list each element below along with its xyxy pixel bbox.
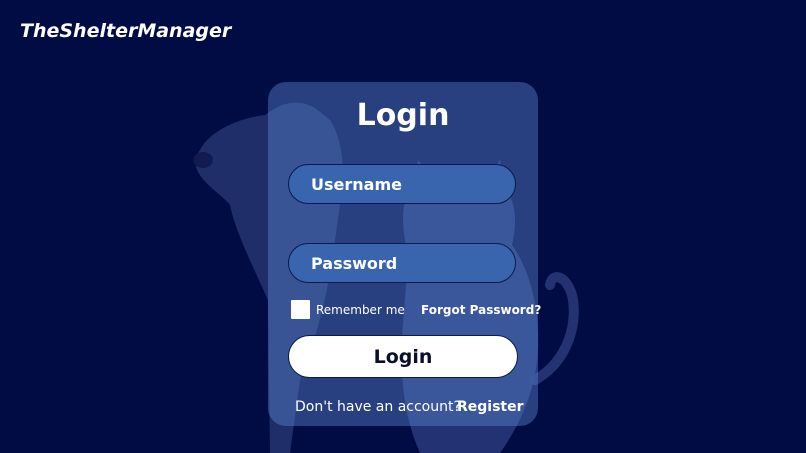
register-link[interactable]: Register: [457, 399, 524, 415]
remember-me-label: Remember me: [316, 303, 405, 317]
forgot-password-link[interactable]: Forgot Password?: [421, 303, 541, 317]
dog-nose: [193, 152, 213, 168]
cat-tail: [530, 272, 579, 385]
no-account-text: Don't have an account?: [295, 399, 461, 415]
password-input[interactable]: [288, 243, 516, 283]
login-title: Login: [356, 98, 450, 133]
username-input[interactable]: [288, 164, 516, 204]
login-button[interactable]: Login: [288, 335, 518, 378]
remember-me-checkbox[interactable]: [291, 300, 310, 319]
login-card: Login Remember me Forgot Password? Login…: [268, 82, 541, 426]
